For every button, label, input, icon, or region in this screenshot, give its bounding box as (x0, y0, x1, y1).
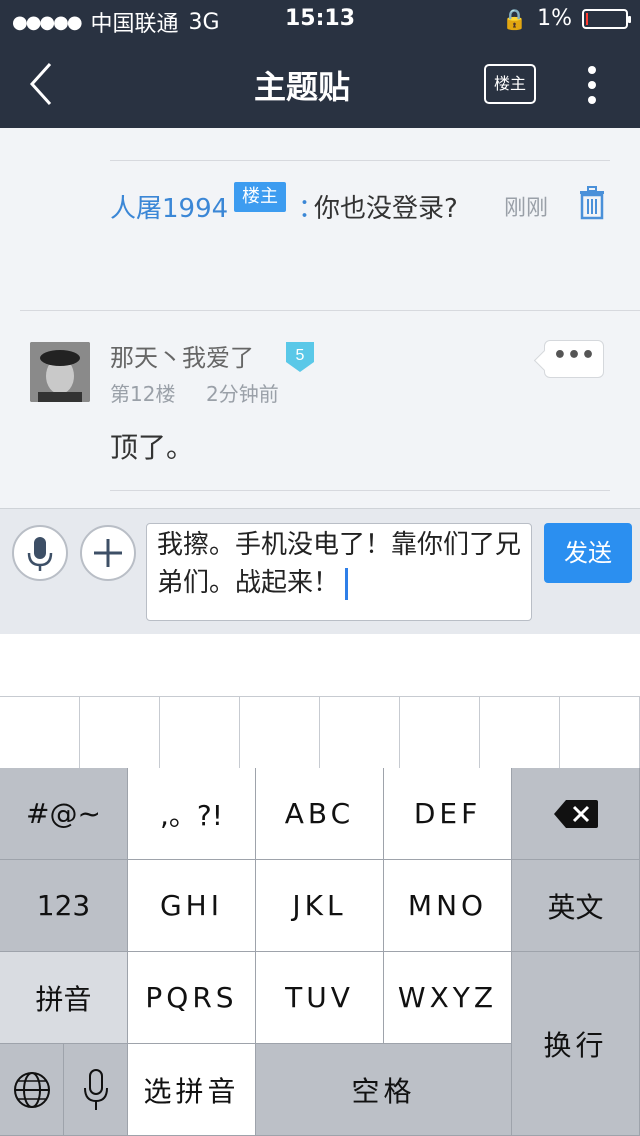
key-jkl[interactable]: JKL (256, 860, 384, 952)
reply-composer: 我擦。手机没电了！靠你们了兄弟们。战起来！ 发送 (0, 508, 640, 634)
candidate-slot[interactable] (320, 697, 400, 768)
key-def[interactable]: DEF (384, 768, 512, 860)
candidate-slot[interactable] (560, 697, 640, 768)
reply-input-text: 我擦。手机没电了！靠你们了兄弟们。战起来！ (157, 530, 522, 598)
more-menu-icon[interactable] (580, 66, 604, 106)
key-numbers[interactable]: 123 (0, 860, 128, 952)
key-select-pinyin[interactable]: 选拼音 (128, 1044, 256, 1136)
op-badge: 楼主 (234, 182, 286, 212)
key-wxyz[interactable]: WXYZ (384, 952, 512, 1044)
post-username[interactable]: 那天丶我爱了 (110, 338, 254, 373)
post-time: 2分钟前 (206, 382, 279, 406)
microphone-icon (27, 537, 53, 571)
globe-key[interactable] (0, 1044, 64, 1136)
trash-icon[interactable] (578, 186, 606, 220)
avatar[interactable] (30, 342, 90, 402)
status-bar: ●●●●● 中国联通 3G 15:13 🔒 1% (0, 0, 640, 40)
only-op-button[interactable]: 楼主 (484, 64, 536, 104)
add-attachment-button[interactable] (80, 525, 136, 581)
key-mno[interactable]: MNO (384, 860, 512, 952)
candidate-slot[interactable] (240, 697, 320, 768)
post-more-button[interactable]: ••• (544, 340, 604, 378)
send-button[interactable]: 发送 (544, 523, 632, 583)
divider (110, 160, 610, 161)
thread-content: 人屠1994 楼主 ： 你也没登录? 刚刚 那天丶我爱了 5 第12楼 2分钟前… (0, 128, 640, 508)
status-right: 🔒 1% (502, 6, 631, 31)
delete-key[interactable] (512, 768, 640, 860)
backspace-icon (553, 799, 598, 828)
key-symbols[interactable]: #@~ (0, 768, 128, 860)
voice-input-button[interactable] (12, 525, 68, 581)
level-badge-icon: 5 (286, 342, 314, 372)
divider (110, 490, 610, 491)
level-number: 5 (296, 347, 305, 364)
key-tuv[interactable]: TUV (256, 952, 384, 1044)
candidate-bar (0, 696, 640, 768)
key-punctuation[interactable]: ,。?! (128, 768, 256, 860)
candidate-slot[interactable] (80, 697, 160, 768)
microphone-icon (83, 1068, 108, 1110)
key-english[interactable]: 英文 (512, 860, 640, 952)
keyboard: #@~ ,。?! ABC DEF 123 GHI JKL MNO 英文 拼音 P… (0, 634, 640, 1136)
text-cursor (345, 567, 349, 600)
battery-level-fill (586, 12, 588, 25)
key-ghi[interactable]: GHI (128, 860, 256, 952)
space-key[interactable]: 空格 (256, 1044, 512, 1136)
return-key[interactable]: 换行 (512, 952, 640, 1136)
battery-percent: 1% (537, 6, 572, 31)
reply-input[interactable]: 我擦。手机没电了！靠你们了兄弟们。战起来！ (146, 523, 532, 621)
plus-icon (94, 539, 122, 567)
candidate-slot[interactable] (400, 697, 480, 768)
rotation-lock-icon: 🔒 (502, 6, 528, 31)
header: ●●●●● 中国联通 3G 15:13 🔒 1% 主题贴 楼主 (0, 0, 640, 128)
post-text: 顶了。 (110, 431, 195, 464)
candidate-slot[interactable] (0, 697, 80, 768)
candidate-slot[interactable] (160, 697, 240, 768)
reply-username[interactable]: 人屠1994 (110, 188, 228, 225)
post-floor: 第12楼 (110, 382, 176, 406)
reply-text: 你也没登录? (314, 194, 458, 224)
reply-time: 刚刚 (504, 196, 549, 221)
battery-icon (582, 8, 631, 29)
key-pinyin[interactable]: 拼音 (0, 952, 128, 1044)
post-divider (20, 310, 640, 311)
key-pqrs[interactable]: PQRS (128, 952, 256, 1044)
key-abc[interactable]: ABC (256, 768, 384, 860)
globe-icon (13, 1071, 50, 1108)
dictation-key[interactable] (64, 1044, 128, 1136)
candidate-slot[interactable] (480, 697, 560, 768)
avatar-image (30, 342, 90, 402)
